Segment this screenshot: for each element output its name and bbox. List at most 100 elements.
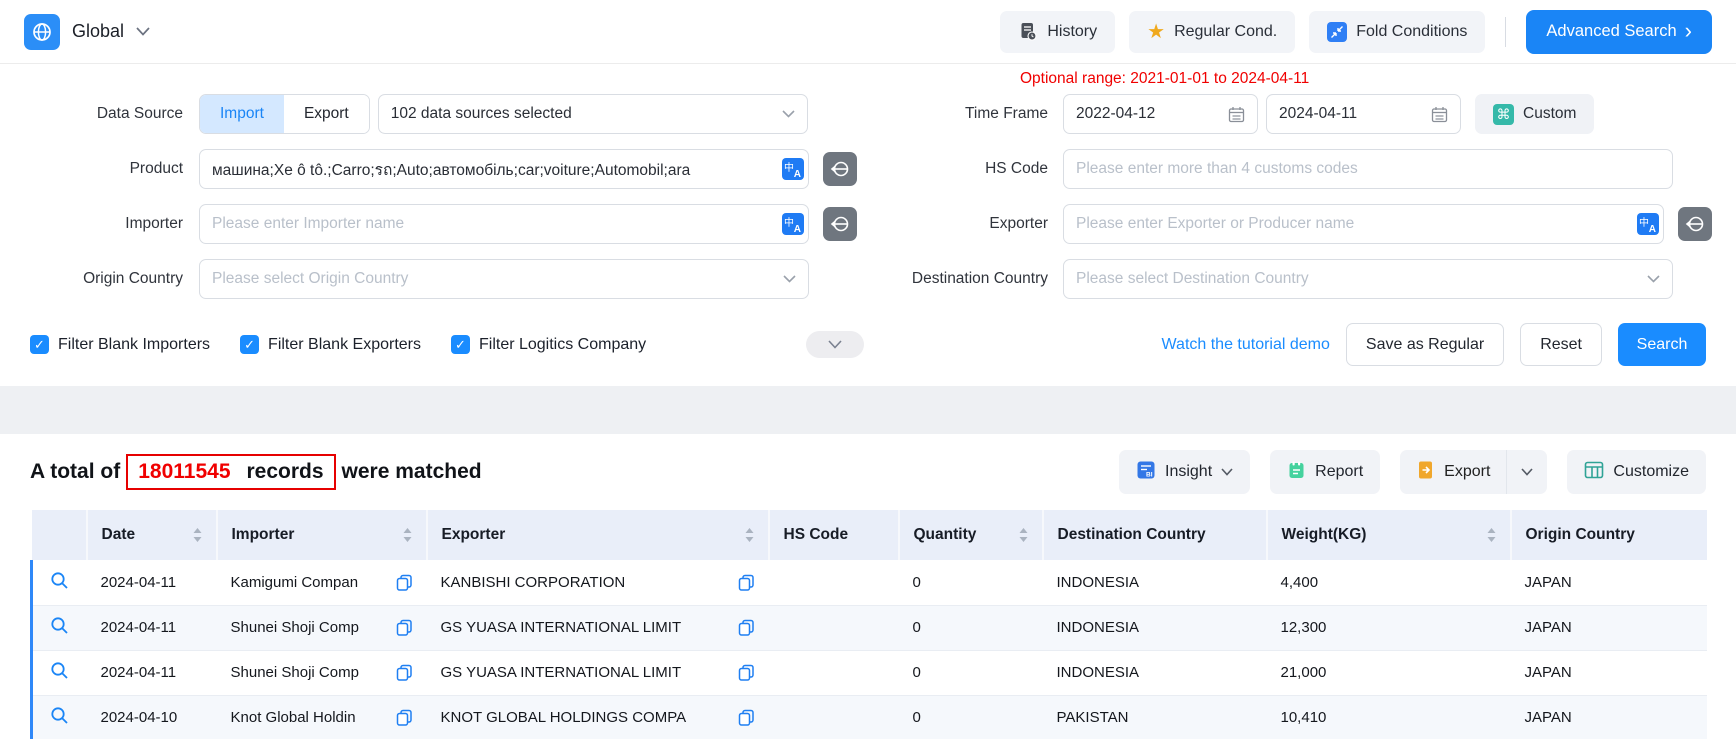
table-row: 2024-04-11 Shunei Shoji Comp GS YUASA IN… (32, 650, 1707, 695)
copy-icon[interactable] (738, 664, 755, 681)
tutorial-link[interactable]: Watch the tutorial demo (1162, 336, 1330, 354)
history-icon (1018, 22, 1038, 42)
cell-quantity: 0 (899, 695, 1043, 739)
header-importer[interactable]: Importer (217, 510, 427, 560)
form-row-data-source: Data Source Import Export 102 data sourc… (0, 94, 1712, 134)
sort-icon[interactable] (1019, 528, 1028, 542)
header-date[interactable]: Date (87, 510, 217, 560)
cell-quantity: 0 (899, 560, 1043, 605)
custom-range-button[interactable]: ⌘ Custom (1475, 94, 1594, 134)
cell-weight: 12,300 (1267, 605, 1511, 650)
fold-conditions-button[interactable]: Fold Conditions (1309, 11, 1485, 53)
row-detail-cell (32, 695, 87, 739)
cell-importer: Shunei Shoji Comp (217, 605, 427, 650)
start-date-input[interactable]: 2022-04-12 (1063, 94, 1258, 134)
cell-destination: INDONESIA (1043, 605, 1267, 650)
fold-conditions-label: Fold Conditions (1356, 23, 1467, 41)
exclude-search-icon[interactable] (1678, 207, 1712, 241)
header-weight[interactable]: Weight(KG) (1267, 510, 1511, 560)
table-row: 2024-04-11 Kamigumi Compan KANBISHI CORP… (32, 560, 1707, 605)
hs-code-label: HS Code (864, 160, 1063, 178)
copy-icon[interactable] (738, 619, 755, 636)
cell-exporter: GS YUASA INTERNATIONAL LIMIT (427, 605, 769, 650)
tab-import[interactable]: Import (200, 95, 284, 133)
copy-icon[interactable] (396, 709, 413, 726)
sort-icon[interactable] (1487, 528, 1496, 542)
arrow-right-icon: › (1685, 20, 1692, 42)
star-icon: ★ (1147, 22, 1165, 42)
cell-importer: Shunei Shoji Comp (217, 650, 427, 695)
cell-hs-code (769, 650, 899, 695)
origin-country-placeholder: Please select Origin Country (212, 270, 408, 288)
export-button[interactable]: Export (1400, 460, 1506, 485)
report-button[interactable]: Report (1270, 450, 1380, 494)
region-selector[interactable]: Global (24, 14, 150, 50)
header-search-column (32, 510, 87, 560)
export-icon (1416, 460, 1435, 485)
tab-export[interactable]: Export (284, 95, 369, 133)
cell-quantity: 0 (899, 605, 1043, 650)
history-label: History (1047, 23, 1097, 41)
sort-icon[interactable] (745, 528, 754, 542)
export-dropdown-button[interactable] (1507, 450, 1547, 494)
copy-icon[interactable] (396, 664, 413, 681)
translate-icon[interactable]: 中 A (782, 158, 804, 180)
checkbox-filter-blank-importers[interactable]: ✓ Filter Blank Importers (30, 335, 210, 354)
cell-destination: PAKISTAN (1043, 695, 1267, 739)
exclude-search-icon[interactable] (823, 152, 857, 186)
sort-icon[interactable] (403, 528, 412, 542)
data-sources-dropdown[interactable]: 102 data sources selected (378, 94, 808, 134)
history-button[interactable]: History (1000, 11, 1115, 53)
translate-icon[interactable]: 中 A (782, 213, 804, 235)
importer-input[interactable] (199, 204, 809, 244)
checkbox-filter-logitics-company[interactable]: ✓ Filter Logitics Company (451, 335, 646, 354)
summary-prefix: A total of (30, 460, 120, 484)
custom-label: Custom (1523, 105, 1576, 123)
view-detail-search-icon[interactable] (50, 661, 69, 680)
cell-origin: JAPAN (1511, 650, 1707, 695)
product-input[interactable] (199, 149, 809, 189)
search-button[interactable]: Search (1618, 323, 1706, 366)
regular-conditions-button[interactable]: ★ Regular Cond. (1129, 11, 1295, 53)
row-detail-cell (32, 650, 87, 695)
end-date-input[interactable]: 2024-04-11 (1266, 94, 1461, 134)
exporter-input[interactable] (1063, 204, 1664, 244)
header-quantity[interactable]: Quantity (899, 510, 1043, 560)
copy-icon[interactable] (396, 574, 413, 591)
destination-country-placeholder: Please select Destination Country (1076, 270, 1309, 288)
copy-icon[interactable] (738, 709, 755, 726)
view-detail-search-icon[interactable] (50, 616, 69, 635)
copy-icon[interactable] (738, 574, 755, 591)
origin-country-select[interactable]: Please select Origin Country (199, 259, 809, 299)
translate-icon[interactable]: 中 A (1637, 213, 1659, 235)
expand-conditions-button[interactable] (806, 331, 864, 358)
customize-label: Customize (1613, 463, 1689, 481)
customize-button[interactable]: Customize (1567, 450, 1706, 494)
data-source-label: Data Source (0, 105, 199, 123)
cell-destination: INDONESIA (1043, 560, 1267, 605)
hs-code-input[interactable] (1063, 149, 1673, 189)
checkbox-filter-blank-exporters[interactable]: ✓ Filter Blank Exporters (240, 335, 421, 354)
reset-button[interactable]: Reset (1520, 323, 1602, 366)
optional-range-text: Optional range: 2021-01-01 to 2024-04-11 (1020, 70, 1309, 88)
table-header-row: Date Importer Exporter HS Code Quantity … (32, 510, 1707, 560)
calendar-icon (1228, 106, 1245, 123)
sort-icon[interactable] (193, 528, 202, 542)
cell-origin: JAPAN (1511, 695, 1707, 739)
destination-country-select[interactable]: Please select Destination Country (1063, 259, 1673, 299)
checkbox-checked-icon: ✓ (240, 335, 259, 354)
cell-origin: JAPAN (1511, 605, 1707, 650)
destination-country-label: Destination Country (864, 270, 1063, 288)
globe-icon (24, 14, 60, 50)
view-detail-search-icon[interactable] (50, 571, 69, 590)
view-detail-search-icon[interactable] (50, 706, 69, 725)
cell-origin: JAPAN (1511, 560, 1707, 605)
advanced-search-button[interactable]: Advanced Search › (1526, 10, 1712, 54)
copy-icon[interactable] (396, 619, 413, 636)
save-as-regular-button[interactable]: Save as Regular (1346, 323, 1504, 366)
summary-suffix: were matched (342, 460, 482, 484)
insight-button[interactable]: BI Insight (1119, 450, 1250, 494)
header-exporter[interactable]: Exporter (427, 510, 769, 560)
origin-country-label: Origin Country (0, 270, 199, 288)
exclude-search-icon[interactable] (823, 207, 857, 241)
